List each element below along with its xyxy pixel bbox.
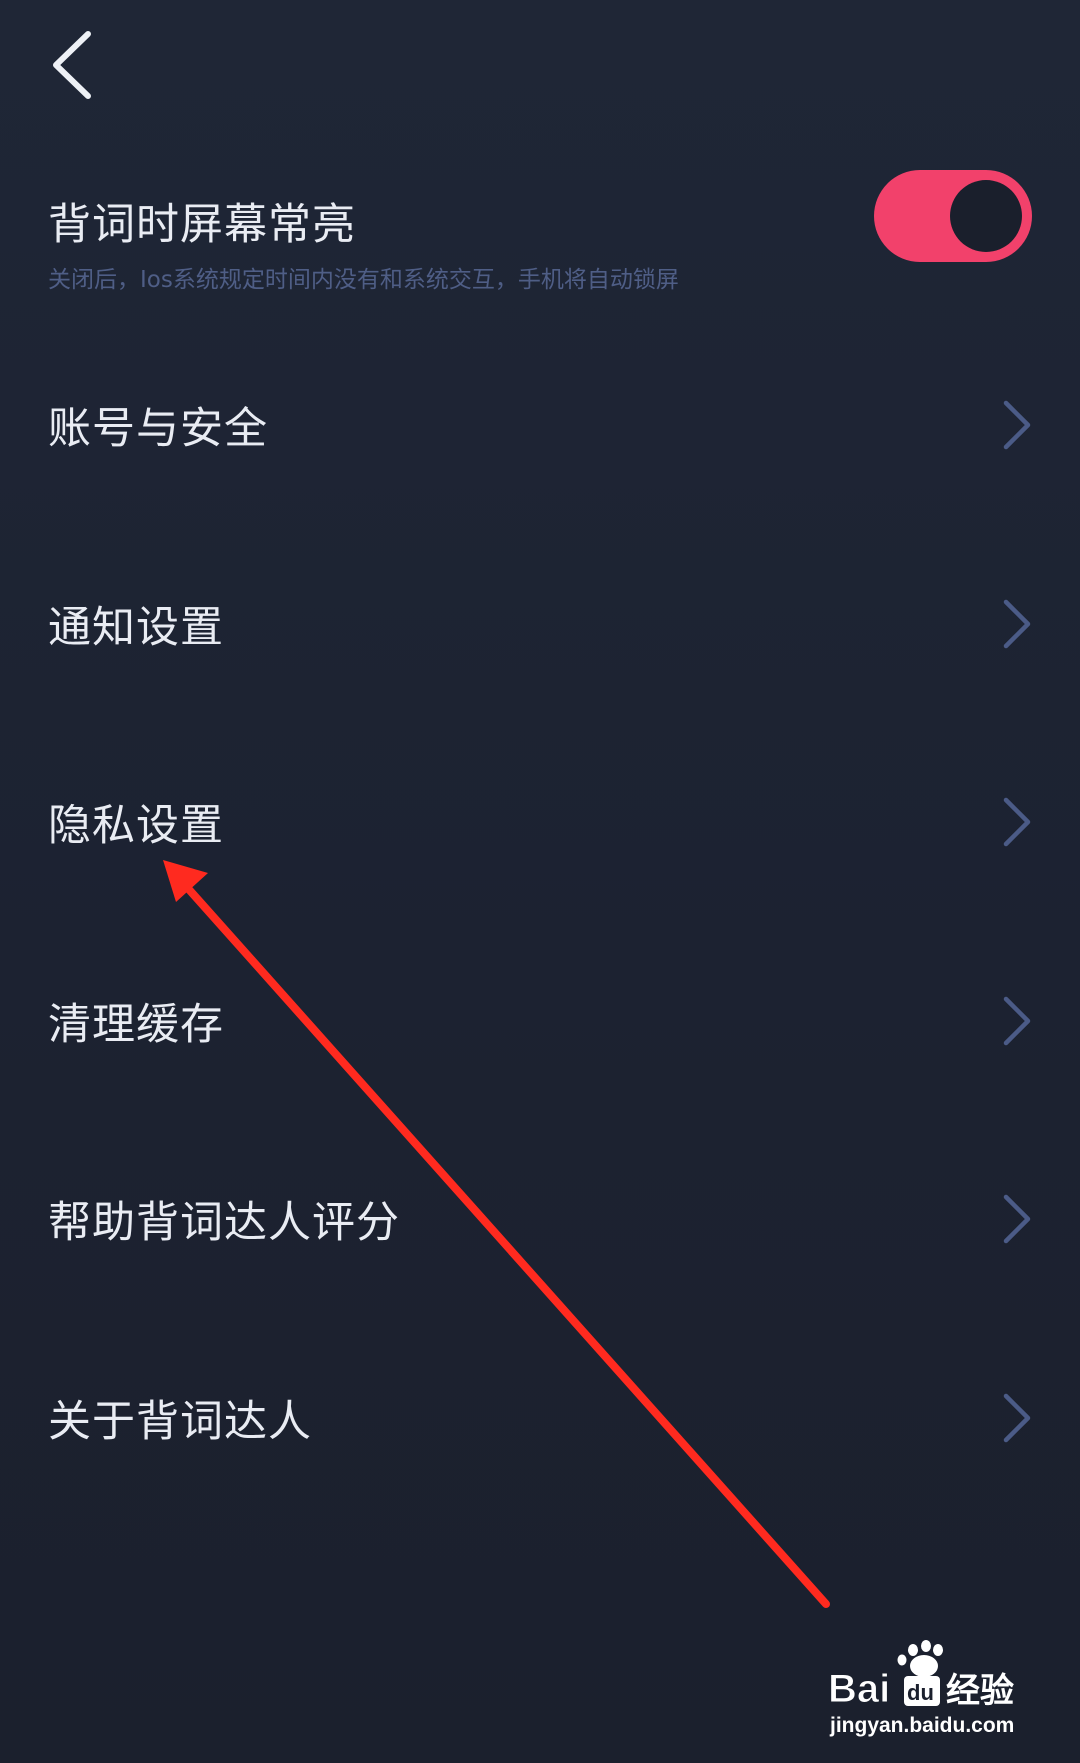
chevron-right-icon [996,1189,1036,1249]
menu-item-privacy-settings[interactable]: 隐私设置 [0,723,1080,922]
menu-item-account-security[interactable]: 账号与安全 [0,326,1080,525]
screen-always-on-description: 关闭后，Ios系统规定时间内没有和系统交互，手机将自动锁屏 [48,267,679,293]
menu-item-clear-cache[interactable]: 清理缓存 [0,922,1080,1121]
menu-item-label: 通知设置 [48,602,224,653]
menu-item-notification-settings[interactable]: 通知设置 [0,525,1080,724]
screen-always-on-title: 背词时屏幕常亮 [48,200,356,250]
chevron-right-icon [996,1388,1036,1448]
settings-menu: 账号与安全 通知设置 隐私设置 清理缓存 帮助背词达人评分 关于背词达人 [0,326,1080,1517]
menu-item-label: 关于背词达人 [48,1396,312,1447]
baidu-jingyan-watermark: Bai du 经验 jingyan.baidu.com [826,1640,1056,1750]
menu-item-label: 帮助背词达人评分 [48,1198,400,1249]
menu-item-rate-app[interactable]: 帮助背词达人评分 [0,1120,1080,1319]
menu-item-label: 清理缓存 [48,999,224,1050]
settings-screen: 背词时屏幕常亮 关闭后，Ios系统规定时间内没有和系统交互，手机将自动锁屏 账号… [0,0,1080,1763]
baidu-paw-logo-icon: Bai du 经验 jingyan.baidu.com [828,1640,1014,1737]
screen-always-on-toggle[interactable] [874,170,1032,262]
chevron-right-icon [996,991,1036,1051]
chevron-left-icon [53,31,91,99]
watermark-brand: Bai [828,1667,890,1711]
menu-item-about[interactable]: 关于背词达人 [0,1319,1080,1518]
screen-always-on-row: 背词时屏幕常亮 关闭后，Ios系统规定时间内没有和系统交互，手机将自动锁屏 [0,160,1080,320]
watermark-product: 经验 [946,1671,1014,1711]
chevron-right-icon [996,792,1036,852]
menu-item-label: 隐私设置 [48,801,224,852]
menu-item-label: 账号与安全 [48,404,268,455]
watermark-brand-suffix: du [907,1680,934,1705]
chevron-right-icon [996,594,1036,654]
chevron-right-icon [996,395,1036,455]
toggle-knob [950,180,1022,252]
back-button[interactable] [40,20,120,110]
watermark-url: jingyan.baidu.com [829,1714,1014,1737]
